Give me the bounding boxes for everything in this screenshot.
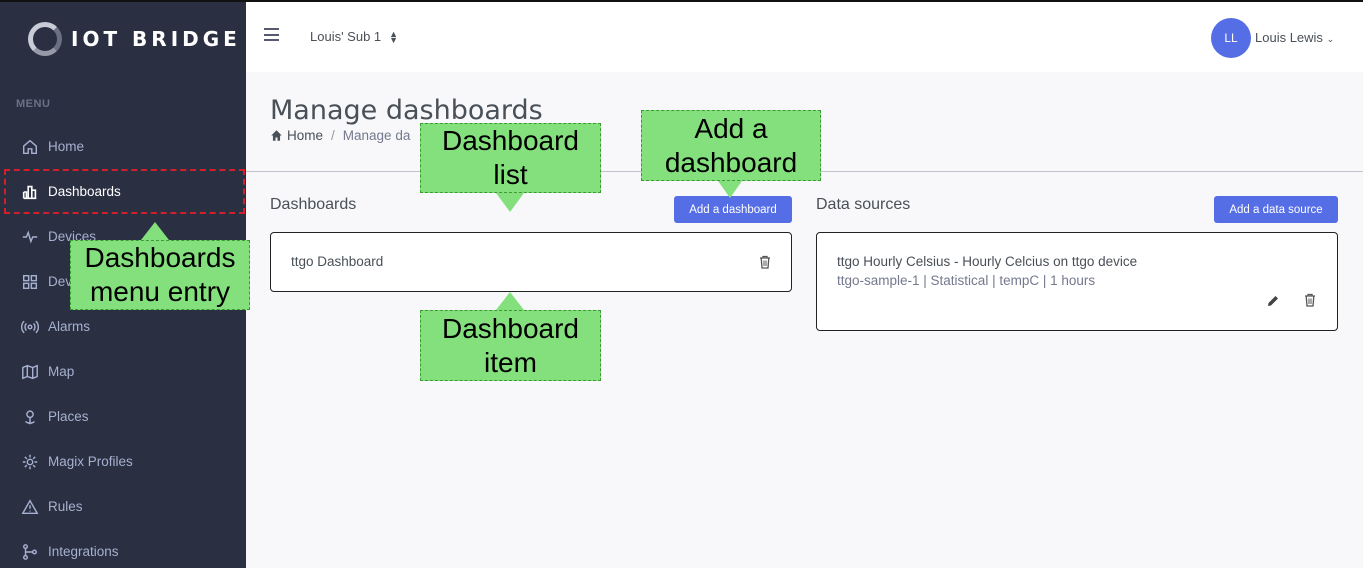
callout-menu-entry: Dashboards menu entry [70, 240, 250, 310]
sidebar-item-integrations[interactable]: Integrations [0, 529, 246, 568]
sidebar-item-label: Map [48, 364, 75, 379]
sidebar-item-label: Home [48, 139, 85, 154]
sidebar-item-label: Integrations [48, 544, 119, 559]
dashboard-list-item[interactable]: ttgo Dashboard [270, 232, 792, 292]
sidebar-item-label: Rules [48, 499, 83, 514]
sidebar-item-label: Dev [48, 274, 73, 289]
pulse-icon [21, 228, 39, 246]
sidebar-item-magix-profiles[interactable]: Magix Profiles [0, 439, 246, 484]
add-datasource-button[interactable]: Add a data source [1214, 196, 1338, 223]
callout-add-dashboard-text: Add a dashboard [664, 112, 798, 178]
callout-arrow [141, 222, 169, 240]
datasource-list-item[interactable]: ttgo Hourly Celsius - Hourly Celcius on … [816, 232, 1338, 331]
breadcrumb-current: Manage da [342, 128, 411, 143]
callout-arrow [496, 193, 524, 212]
add-dashboard-button[interactable]: Add a dashboard [674, 196, 792, 223]
menu-entry-highlight [4, 169, 245, 214]
home-icon [21, 138, 39, 156]
grid-icon [21, 273, 39, 291]
pin-icon [21, 408, 39, 426]
home-icon [271, 130, 282, 141]
callout-menu-entry-text: Dashboards menu entry [84, 242, 236, 307]
callout-dashboard-item-text: Dashboard item [442, 312, 579, 378]
git-branch-icon [21, 543, 39, 561]
broadcast-icon [21, 318, 39, 336]
trash-icon[interactable] [757, 254, 773, 270]
warning-icon [21, 498, 39, 516]
dashboard-name: ttgo Dashboard [291, 254, 384, 269]
dashboards-title: Dashboards [270, 196, 357, 213]
breadcrumb: Home / Manage da [270, 128, 410, 143]
datasource-details: ttgo-sample-1 | Statistical | tempC | 1 … [837, 273, 1096, 288]
brand[interactable]: IOT BRIDGE [0, 2, 246, 76]
trash-icon[interactable] [1302, 292, 1318, 308]
sidebar-item-label: Magix Profiles [48, 454, 133, 469]
subscription-value: Louis' Sub 1 [310, 29, 382, 44]
sort-caret-icon: ▲ ▼ [389, 28, 399, 45]
breadcrumb-home-label: Home [287, 128, 324, 143]
brand-name: IOT BRIDGE [71, 27, 241, 51]
sidebar-item-label: Places [48, 409, 89, 424]
page-title: Manage dashboards [270, 95, 543, 126]
map-icon [21, 363, 39, 381]
gear-icon [21, 453, 39, 471]
callout-arrow [496, 292, 524, 310]
sidebar-item-alarms[interactable]: Alarms [0, 304, 246, 349]
menu-title: MENU [16, 98, 51, 110]
subscription-select[interactable]: Louis' Sub 1 ▲ ▼ [310, 29, 398, 44]
callout-dashboard-list-text: Dashboard list [442, 125, 579, 190]
topbar: Louis' Sub 1 ▲ ▼ LL Louis Lewis ⌄ [246, 0, 1363, 72]
sidebar-item-label: Alarms [48, 319, 91, 334]
edit-pencil-icon[interactable] [1265, 293, 1281, 309]
callout-arrow [718, 181, 742, 198]
sidebar-item-home[interactable]: Home [0, 124, 246, 169]
sidebar-item-rules[interactable]: Rules [0, 484, 246, 529]
breadcrumb-home[interactable]: Home [270, 128, 323, 143]
chevron-down-icon: ⌄ [1326, 34, 1335, 44]
avatar[interactable]: LL [1211, 18, 1251, 58]
callout-dashboard-list: Dashboard list [420, 123, 601, 193]
brand-logo-icon [28, 22, 62, 56]
callout-add-dashboard: Add a dashboard [641, 110, 821, 181]
datasource-name: ttgo Hourly Celsius - Hourly Celcius on … [837, 254, 1138, 269]
menu-toggle-icon[interactable] [264, 28, 279, 45]
datasources-title: Data sources [816, 196, 911, 213]
user-menu[interactable]: Louis Lewis ⌄ [1255, 30, 1334, 45]
breadcrumb-separator: / [331, 128, 335, 143]
sidebar-item-map[interactable]: Map [0, 349, 246, 394]
callout-dashboard-item: Dashboard item [420, 310, 601, 381]
user-name: Louis Lewis [1255, 30, 1323, 45]
sidebar-item-places[interactable]: Places [0, 394, 246, 439]
